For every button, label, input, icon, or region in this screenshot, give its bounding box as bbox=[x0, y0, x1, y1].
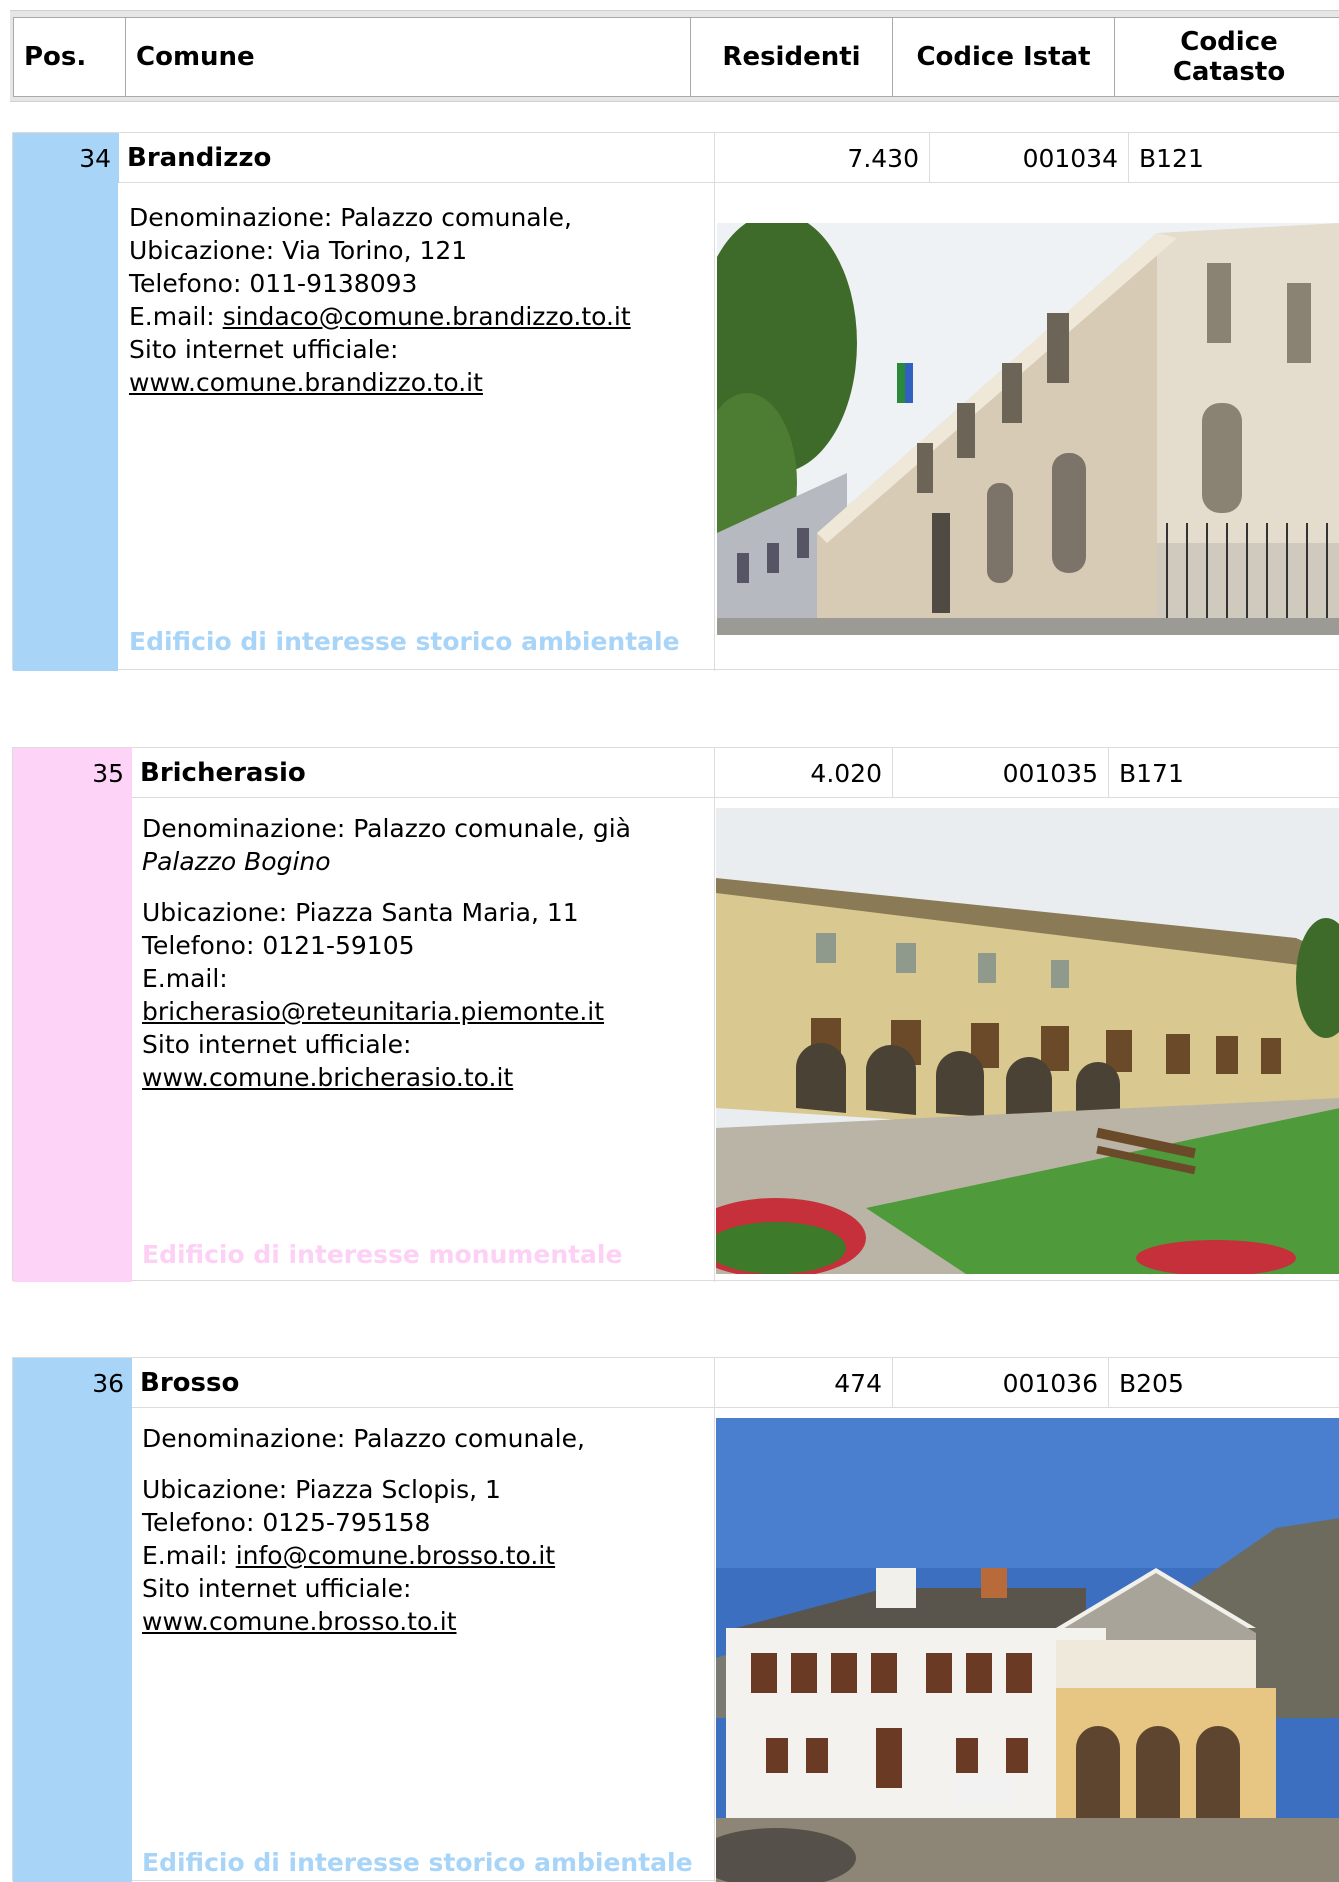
denominazione-storica: Palazzo Bogino bbox=[142, 847, 331, 876]
header-comune: Comune bbox=[125, 17, 691, 97]
sito-line: www.comune.brandizzo.to.it bbox=[129, 366, 709, 399]
denominazione: Denominazione: Palazzo comunale, bbox=[142, 1424, 585, 1453]
table-header: Pos. Comune Residenti Codice Istat Codic… bbox=[10, 10, 1339, 102]
entry-details: Denominazione: Palazzo comunale, Ubicazi… bbox=[129, 201, 709, 399]
email-line: E.mail: info@comune.brosso.to.it bbox=[142, 1541, 556, 1570]
email-line: E.mail: sindaco@comune.brandizzo.to.it bbox=[129, 302, 631, 331]
comune-entry-bricherasio: 35 Bricherasio 4.020 001035 B171 Denomin… bbox=[12, 747, 1339, 1282]
heritage-tag: Edificio di interesse monumentale bbox=[142, 1240, 623, 1269]
email-line: bricherasio@reteunitaria.piemonte.it bbox=[142, 995, 712, 1028]
ubicazione: Ubicazione: Piazza Santa Maria, 11 bbox=[142, 898, 579, 927]
entry-name: Bricherasio bbox=[140, 758, 306, 788]
entry-color-band bbox=[13, 798, 132, 1282]
denominazione: Denominazione: Palazzo comunale, bbox=[129, 203, 572, 232]
heritage-tag: Edificio di interesse storico ambientale bbox=[142, 1848, 693, 1877]
entry-color-band bbox=[13, 183, 118, 671]
email-label: E.mail: bbox=[142, 964, 228, 993]
entry-summary-row: 36 Brosso 474 001036 B205 bbox=[13, 1358, 1339, 1408]
entry-codice-istat: 001036 bbox=[892, 1358, 1108, 1408]
entry-position: 34 bbox=[13, 133, 119, 183]
entry-summary-row: 35 Bricherasio 4.020 001035 B171 bbox=[13, 748, 1339, 798]
header-codice-catasto: Codice Catasto bbox=[1114, 17, 1339, 97]
entry-position: 35 bbox=[13, 748, 132, 798]
telefono: Telefono: 0125-795158 bbox=[142, 1508, 431, 1537]
comune-entry-brosso: 36 Brosso 474 001036 B205 Denominazione:… bbox=[12, 1357, 1339, 1882]
email-link[interactable]: bricherasio@reteunitaria.piemonte.it bbox=[142, 997, 604, 1026]
website-link[interactable]: www.comune.bricherasio.to.it bbox=[142, 1063, 513, 1092]
entry-codice-catasto: B205 bbox=[1108, 1358, 1339, 1408]
entry-residenti: 474 bbox=[714, 1358, 892, 1408]
comune-entry-brandizzo: 34 Brandizzo 7.430 001034 B121 Denominaz… bbox=[12, 132, 1339, 671]
town-hall-photo bbox=[717, 223, 1339, 635]
sito-label: Sito internet ufficiale: bbox=[142, 1030, 412, 1059]
entry-codice-catasto: B171 bbox=[1108, 748, 1339, 798]
town-hall-photo bbox=[716, 1418, 1339, 1882]
entry-color-band bbox=[13, 1408, 132, 1882]
sito-label: Sito internet ufficiale: bbox=[129, 335, 399, 364]
email-link[interactable]: info@comune.brosso.to.it bbox=[236, 1541, 555, 1570]
sito-label: Sito internet ufficiale: bbox=[142, 1574, 412, 1603]
sito-line: www.comune.bricherasio.to.it bbox=[142, 1061, 712, 1094]
entry-summary-row: 34 Brandizzo 7.430 001034 B121 bbox=[13, 133, 1339, 183]
denominazione: Denominazione: Palazzo comunale, già bbox=[142, 814, 631, 843]
entry-codice-catasto: B121 bbox=[1128, 133, 1339, 183]
entry-details: Denominazione: Palazzo comunale, già Pal… bbox=[142, 812, 712, 1094]
ubicazione: Ubicazione: Via Torino, 121 bbox=[129, 236, 468, 265]
telefono: Telefono: 0121-59105 bbox=[142, 931, 415, 960]
sito-line: www.comune.brosso.to.it bbox=[142, 1605, 712, 1638]
telefono: Telefono: 011-9138093 bbox=[129, 269, 418, 298]
ubicazione: Ubicazione: Piazza Sclopis, 1 bbox=[142, 1475, 501, 1504]
header-codice-istat: Codice Istat bbox=[892, 17, 1115, 97]
entry-name: Brandizzo bbox=[127, 143, 272, 173]
website-link[interactable]: www.comune.brandizzo.to.it bbox=[129, 368, 483, 397]
entry-codice-istat: 001034 bbox=[929, 133, 1128, 183]
entry-residenti: 4.020 bbox=[714, 748, 892, 798]
entry-position: 36 bbox=[13, 1358, 132, 1408]
header-pos: Pos. bbox=[13, 17, 126, 97]
entry-residenti: 7.430 bbox=[714, 133, 929, 183]
entry-codice-istat: 001035 bbox=[892, 748, 1108, 798]
entry-details: Denominazione: Palazzo comunale, Ubicazi… bbox=[142, 1422, 712, 1638]
entry-name: Brosso bbox=[140, 1368, 240, 1398]
header-residenti: Residenti bbox=[690, 17, 893, 97]
email-link[interactable]: sindaco@comune.brandizzo.to.it bbox=[223, 302, 631, 331]
heritage-tag: Edificio di interesse storico ambientale bbox=[129, 627, 680, 656]
website-link[interactable]: www.comune.brosso.to.it bbox=[142, 1607, 457, 1636]
town-hall-photo bbox=[716, 808, 1339, 1274]
